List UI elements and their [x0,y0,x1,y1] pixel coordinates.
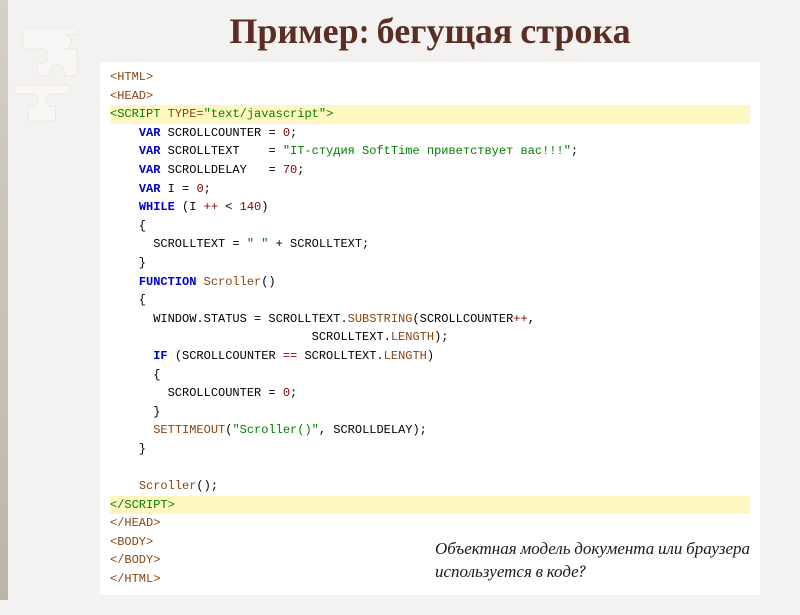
slide-content: Пример: бегущая строка <HTML><HEAD><SCRI… [0,0,800,615]
question-line-1: Объектная модель документа или браузера [435,540,750,559]
code-example: <HTML><HEAD><SCRIPT TYPE="text/javascrip… [100,62,760,595]
question-line-2: используется в коде? [435,563,586,582]
question-text: Объектная модель документа или браузера … [435,539,750,585]
slide-title: Пример: бегущая строка [100,10,760,52]
